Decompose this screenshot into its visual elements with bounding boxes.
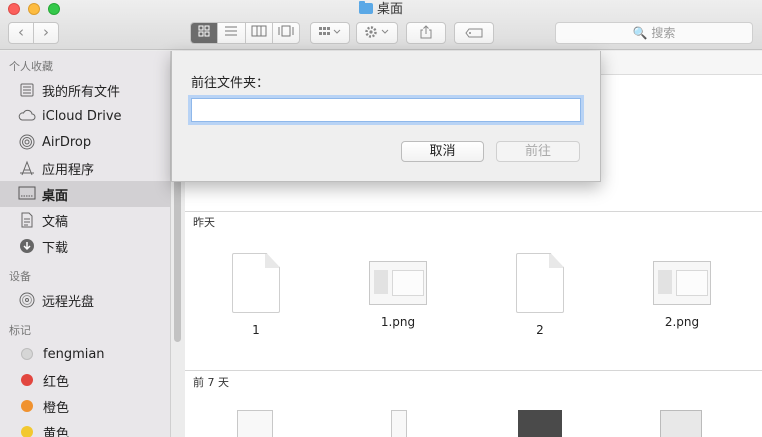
image-thumbnail-icon — [653, 261, 711, 305]
cancel-button[interactable]: 取消 — [401, 141, 484, 162]
sidebar-item-label: AirDrop — [42, 134, 92, 150]
window-title: 桌面 — [0, 1, 762, 19]
devices-header: 设备 — [9, 270, 31, 283]
sidebar-item-desktop[interactable]: 桌面 — [0, 181, 170, 207]
file-thumbnail[interactable] — [237, 410, 273, 437]
sidebar: 个人收藏 我的所有文件 iCloud Drive AirDrop 应用程序 桌面 — [0, 51, 171, 437]
forward-button[interactable]: › — [33, 23, 58, 43]
file-thumbnail[interactable] — [391, 410, 407, 437]
action-button[interactable] — [356, 22, 398, 44]
tag-color-dot — [21, 400, 33, 412]
sidebar-item-label: 应用程序 — [42, 162, 95, 178]
sidebar-item-documents[interactable]: 文稿 — [0, 207, 170, 233]
sidebar-item-airdrop[interactable]: AirDrop — [0, 129, 170, 155]
share-button[interactable] — [406, 22, 446, 44]
section-title-past-week: 前 7 天 — [193, 376, 229, 389]
sidebar-item-icloud-drive[interactable]: iCloud Drive — [0, 103, 170, 129]
list-view-icon — [225, 26, 238, 36]
sidebar-item-label: 下载 — [42, 240, 69, 256]
image-thumbnail-icon — [369, 261, 427, 305]
back-button[interactable]: ‹ — [9, 23, 33, 43]
sidebar-item-label: 远程光盘 — [42, 294, 95, 310]
coverflow-view-button[interactable] — [271, 23, 299, 43]
favorites-header: 个人收藏 — [9, 60, 53, 73]
arrange-icon — [319, 27, 341, 35]
file-item-2[interactable]: 2 — [485, 253, 595, 338]
documents-icon — [18, 212, 36, 228]
disc-icon — [18, 292, 36, 308]
cloud-icon — [18, 108, 36, 124]
file-name: 2.png — [664, 315, 700, 329]
sidebar-item-downloads[interactable]: 下载 — [0, 233, 170, 259]
sidebar-item-tag-orange[interactable]: 橙色 — [0, 393, 170, 419]
go-to-folder-dialog: 前往文件夹： 取消 前往 — [171, 51, 601, 182]
coverflow-view-icon — [278, 25, 294, 37]
section-divider — [185, 211, 762, 212]
icon-view-button[interactable] — [191, 23, 218, 43]
downloads-icon — [18, 238, 36, 254]
sidebar-item-label: 橙色 — [43, 400, 70, 416]
tags-header: 标记 — [9, 324, 31, 337]
list-view-button[interactable] — [217, 23, 244, 43]
tag-icon — [465, 28, 483, 38]
tag-color-dot — [21, 348, 33, 360]
navigation-buttons: ‹ › — [8, 22, 59, 44]
sidebar-item-label: 文稿 — [42, 214, 69, 230]
file-name: 1 — [252, 323, 260, 337]
arrange-button[interactable] — [310, 22, 350, 44]
view-mode-buttons — [190, 22, 300, 44]
tag-color-dot — [21, 426, 33, 437]
sidebar-item-applications[interactable]: 应用程序 — [0, 155, 170, 181]
applications-icon — [18, 160, 36, 176]
file-thumbnail[interactable] — [660, 410, 702, 437]
folder-path-input[interactable] — [191, 98, 581, 122]
sidebar-item-tag-fengmian[interactable]: fengmian — [0, 341, 170, 367]
sidebar-item-label: 桌面 — [42, 188, 69, 204]
sidebar-item-tag-yellow[interactable]: 黄色 — [0, 419, 170, 437]
file-name: 2 — [536, 323, 544, 337]
file-thumbnail[interactable] — [518, 410, 562, 437]
sidebar-item-label: iCloud Drive — [42, 108, 122, 124]
icon-view-icon — [198, 25, 210, 37]
airdrop-icon — [18, 134, 36, 150]
all-files-icon — [18, 82, 36, 98]
sidebar-item-label: 我的所有文件 — [42, 84, 121, 100]
folder-icon — [358, 1, 373, 14]
sidebar-item-label: 黄色 — [43, 426, 70, 437]
section-title-yesterday: 昨天 — [193, 216, 215, 229]
column-view-button[interactable] — [244, 23, 272, 43]
file-item-1[interactable]: 1 — [201, 253, 311, 338]
file-item-1-png[interactable]: 1.png — [343, 253, 453, 330]
search-field[interactable]: 🔍 搜索 — [555, 22, 753, 44]
document-icon — [232, 253, 280, 313]
file-item-2-png[interactable]: 2.png — [627, 253, 737, 330]
gear-icon — [365, 26, 389, 38]
column-view-icon — [251, 25, 267, 37]
document-icon — [516, 253, 564, 313]
sidebar-item-tag-red[interactable]: 红色 — [0, 367, 170, 393]
toolbar: 桌面 ‹ › 🔍 搜索 — [0, 0, 762, 50]
file-name: 1.png — [380, 315, 416, 329]
sidebar-item-label: 红色 — [43, 374, 70, 390]
go-button[interactable]: 前往 — [496, 141, 580, 162]
sidebar-item-remote-disc[interactable]: 远程光盘 — [0, 287, 170, 313]
sidebar-item-label: fengmian — [43, 346, 105, 362]
desktop-icon — [18, 186, 36, 202]
share-icon — [420, 25, 432, 39]
tag-color-dot — [21, 374, 33, 386]
dialog-label: 前往文件夹： — [191, 76, 270, 91]
tag-button[interactable] — [454, 22, 494, 44]
section-divider — [185, 370, 762, 371]
sidebar-item-all-files[interactable]: 我的所有文件 — [0, 77, 170, 103]
